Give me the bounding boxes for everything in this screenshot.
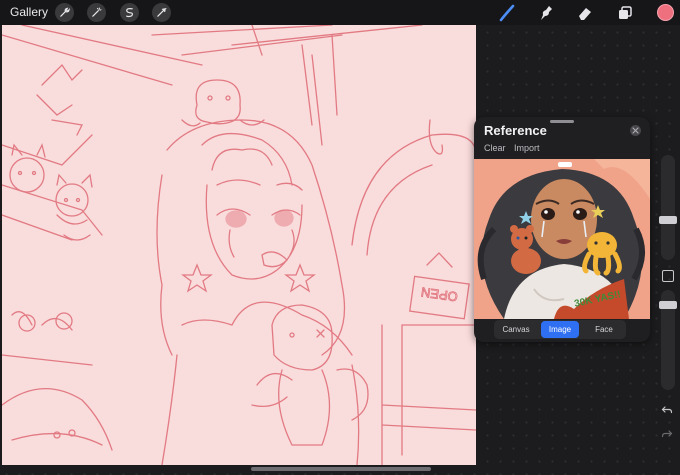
brush-icon[interactable] (496, 2, 518, 24)
reference-image: 30K YAS!! (474, 159, 650, 319)
drawing-canvas[interactable]: OPEN (2, 25, 476, 465)
close-icon[interactable] (630, 125, 641, 136)
transform-icon[interactable] (152, 3, 171, 22)
open-sign-text: OPEN (420, 284, 459, 305)
layers-icon[interactable] (614, 2, 636, 24)
import-button[interactable]: Import (514, 143, 540, 153)
home-indicator (251, 467, 431, 471)
reference-panel[interactable]: Reference Clear Import 30K YAS!! Canvas … (474, 117, 650, 342)
top-toolbar: Gallery (0, 0, 680, 25)
svg-text:OPEN: OPEN (420, 285, 459, 305)
brush-size-thumb[interactable] (659, 216, 677, 224)
redo-icon[interactable] (661, 428, 673, 443)
tab-image[interactable]: Image (541, 321, 579, 338)
clear-button[interactable]: Clear (484, 143, 506, 153)
color-picker-button[interactable] (657, 4, 674, 21)
undo-icon[interactable] (661, 404, 673, 419)
panel-title: Reference (484, 123, 547, 138)
magic-wand-icon[interactable] (87, 3, 106, 22)
eraser-icon[interactable] (574, 2, 596, 24)
smudge-icon[interactable] (535, 2, 557, 24)
panel-grabber[interactable] (550, 120, 574, 123)
opacity-thumb[interactable] (659, 301, 677, 309)
wrench-icon[interactable] (55, 3, 74, 22)
sketch-drawing: OPEN (2, 25, 476, 465)
brush-size-slider[interactable] (661, 155, 675, 260)
tab-face[interactable]: Face (584, 321, 624, 338)
modify-button[interactable] (662, 270, 674, 282)
reference-mode-tabs: Canvas Image Face (494, 320, 626, 339)
tab-canvas[interactable]: Canvas (496, 321, 536, 338)
selection-icon[interactable] (120, 3, 139, 22)
gallery-button[interactable]: Gallery (10, 5, 48, 19)
